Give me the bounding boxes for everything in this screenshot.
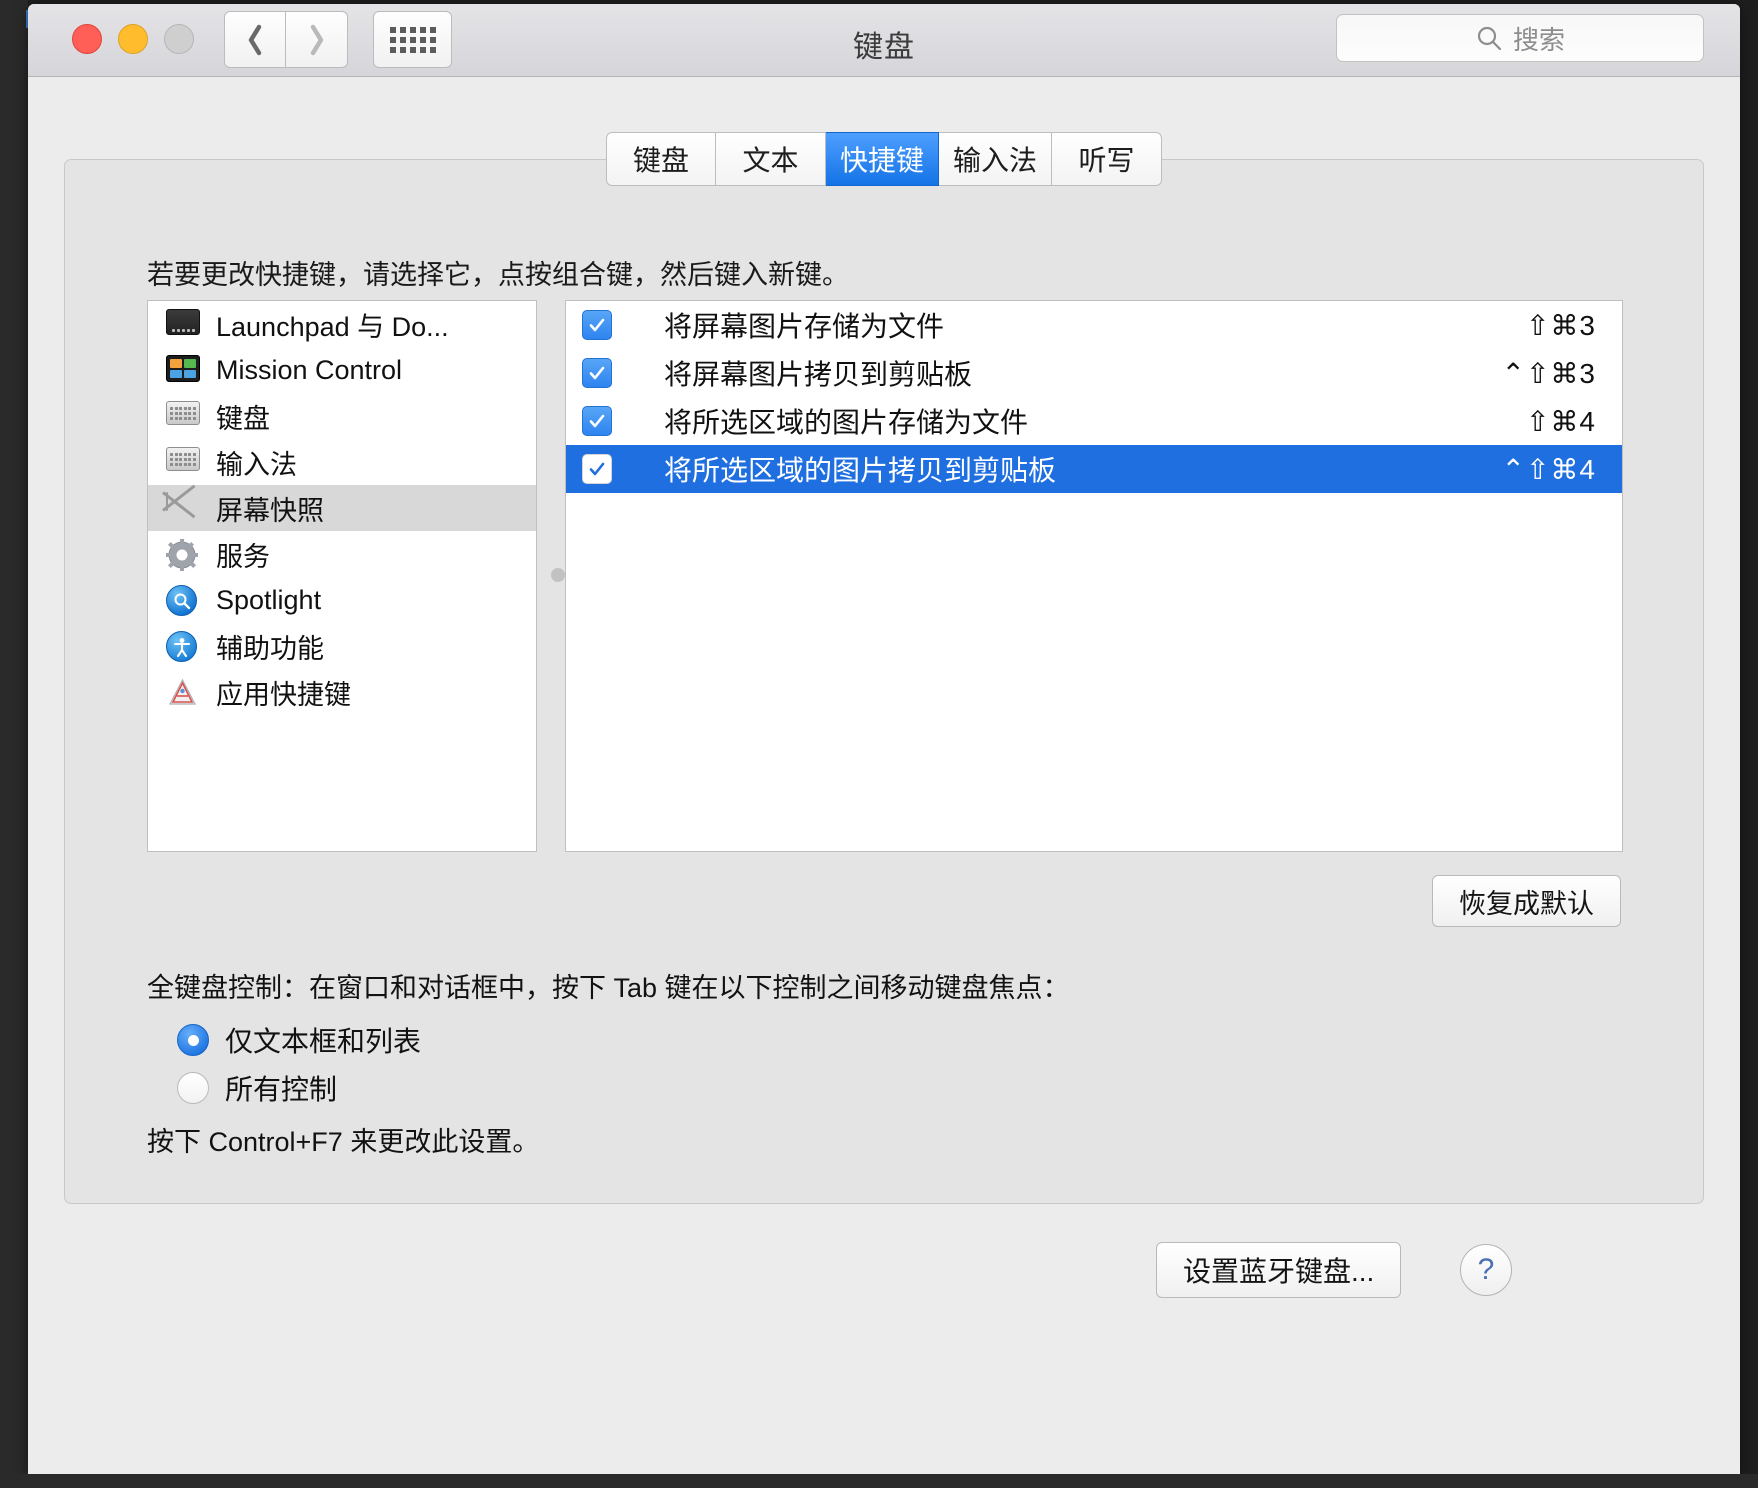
table-row[interactable]: 将所选区域的图片拷贝到剪贴板 ⌃⇧⌘4 — [566, 445, 1622, 493]
sidebar-item-label: Mission Control — [216, 354, 403, 385]
shortcut-label: 将屏幕图片拷贝到剪贴板 — [664, 359, 973, 390]
sidebar-item-screenshots[interactable]: 屏幕快照 — [148, 485, 536, 531]
table-row[interactable]: 将所选区域的图片存储为文件 ⇧⌘4 — [566, 397, 1622, 445]
sidebar-item-label: 应用快捷键 — [216, 679, 351, 710]
desktop-left-edge — [0, 0, 28, 1488]
shortcut-keys[interactable]: ⌃⇧⌘3 — [1502, 357, 1597, 390]
instruction-text: 若要更改快捷键，请选择它，点按组合键，然后键入新键。 — [147, 260, 849, 290]
shortcut-label: 将所选区域的图片存储为文件 — [664, 407, 1029, 438]
shortcuts-panel: 若要更改快捷键，请选择它，点按组合键，然后键入新键。 Launchpad 与 D… — [64, 159, 1704, 1204]
search-field[interactable]: 搜索 — [1336, 14, 1704, 62]
window-titlebar: 键盘 搜索 — [28, 4, 1740, 77]
panel-splitter-handle[interactable] — [551, 568, 565, 582]
shortcut-list[interactable]: 将屏幕图片存储为文件 ⇧⌘3 将屏幕图片拷贝到剪贴板 ⌃⇧⌘3 将所选区域的图片… — [565, 300, 1623, 852]
app-shortcuts-icon — [166, 677, 200, 707]
shortcut-checkbox[interactable] — [582, 454, 612, 484]
tab-text[interactable]: 文本 — [715, 132, 826, 186]
shortcut-keys[interactable]: ⌃⇧⌘4 — [1502, 453, 1597, 486]
search-icon — [1475, 24, 1503, 52]
desktop-bottom-edge — [0, 1474, 1758, 1488]
sidebar-item-launchpad-dock[interactable]: Launchpad 与 Do... — [148, 301, 536, 347]
radio-all-controls[interactable]: 所有控制 — [177, 1068, 337, 1108]
radio-text-boxes-and-lists[interactable]: 仅文本框和列表 — [177, 1020, 421, 1060]
radio-unselected-icon — [177, 1072, 209, 1104]
table-row[interactable]: 将屏幕图片拷贝到剪贴板 ⌃⇧⌘3 — [566, 349, 1622, 397]
sidebar-item-label: Launchpad 与 Do... — [216, 311, 449, 342]
mission-control-icon — [166, 355, 200, 385]
setup-bluetooth-keyboard-button[interactable]: 设置蓝牙键盘... — [1156, 1242, 1402, 1298]
sidebar-item-spotlight[interactable]: Spotlight — [148, 577, 536, 623]
shortcut-keys[interactable]: ⇧⌘4 — [1526, 405, 1596, 438]
sidebar-item-keyboard[interactable]: 键盘 — [148, 393, 536, 439]
tab-shortcuts[interactable]: 快捷键 — [825, 132, 939, 186]
screenshot-icon — [166, 492, 200, 523]
tab-dictation[interactable]: 听写 — [1052, 132, 1163, 186]
restore-defaults-button[interactable]: 恢复成默认 — [1432, 875, 1621, 927]
shortcut-checkbox[interactable] — [582, 358, 612, 388]
table-row[interactable]: 将屏幕图片存储为文件 ⇧⌘3 — [566, 301, 1622, 349]
sidebar-item-label: Spotlight — [216, 584, 322, 615]
help-button[interactable]: ? — [1460, 1244, 1512, 1296]
sidebar-item-input-sources[interactable]: 输入法 — [148, 439, 536, 485]
gear-icon — [166, 539, 200, 571]
sidebar-item-label: 服务 — [216, 541, 270, 572]
radio-label: 仅文本框和列表 — [225, 1026, 422, 1057]
radio-selected-icon — [177, 1024, 209, 1056]
shortcut-label: 将所选区域的图片拷贝到剪贴板 — [664, 455, 1057, 486]
preference-tabs: 键盘 文本 快捷键 输入法 听写 — [28, 132, 1740, 186]
shortcut-label: 将屏幕图片存储为文件 — [664, 311, 945, 342]
shortcut-keys[interactable]: ⇧⌘3 — [1526, 309, 1596, 342]
shortcut-checkbox[interactable] — [582, 310, 612, 340]
radio-label: 所有控制 — [225, 1074, 338, 1105]
keyboard-icon — [166, 401, 200, 431]
shortcut-category-list[interactable]: Launchpad 与 Do... Mission Control 键盘 输入法… — [147, 300, 537, 852]
spotlight-icon — [166, 585, 200, 616]
tab-keyboard[interactable]: 键盘 — [605, 132, 716, 186]
shortcut-checkbox[interactable] — [582, 406, 612, 436]
tab-input-sources[interactable]: 输入法 — [939, 132, 1053, 186]
sidebar-item-label: 键盘 — [216, 403, 270, 434]
sidebar-item-services[interactable]: 服务 — [148, 531, 536, 577]
sidebar-item-app-shortcuts[interactable]: 应用快捷键 — [148, 669, 536, 715]
sidebar-item-label: 辅助功能 — [216, 633, 324, 664]
sidebar-item-accessibility[interactable]: 辅助功能 — [148, 623, 536, 669]
full-keyboard-access-note: 按下 Control+F7 来更改此设置。 — [147, 1127, 540, 1157]
search-placeholder: 搜索 — [1512, 24, 1565, 55]
sidebar-item-label: 输入法 — [216, 449, 297, 480]
full-keyboard-access-description: 全键盘控制：在窗口和对话框中，按下 Tab 键在以下控制之间移动键盘焦点： — [147, 973, 1070, 1003]
sidebar-item-mission-control[interactable]: Mission Control — [148, 347, 536, 393]
input-sources-icon — [166, 447, 200, 477]
sidebar-item-label: 屏幕快照 — [216, 495, 324, 526]
keyboard-preferences-window: 键盘 搜索 键盘 文本 快捷键 输入法 听写 若要更改快捷键，请选择它，点按组合… — [28, 4, 1740, 1474]
launchpad-dock-icon — [166, 309, 200, 339]
accessibility-icon — [166, 631, 200, 662]
